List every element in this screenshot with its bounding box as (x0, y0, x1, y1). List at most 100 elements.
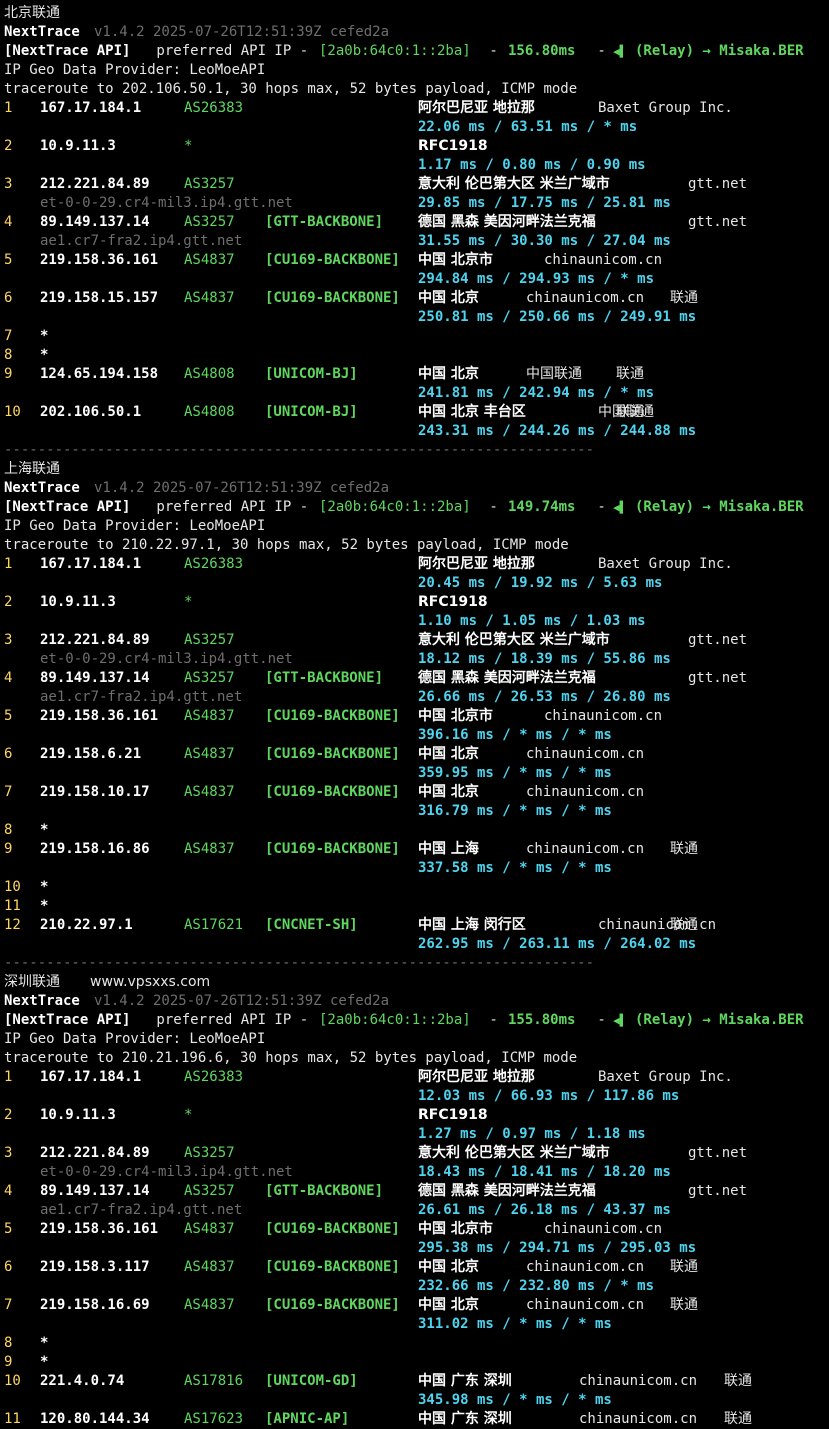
hop-rtt: 18.12 ms / 18.39 ms / 55.86 ms (418, 651, 671, 667)
hop-tag: [UNICOM-BJ] (265, 404, 358, 420)
hop-number: 3 (4, 1145, 13, 1161)
api-prefix: [NextTrace API] (4, 499, 131, 515)
hop-number: 7 (4, 1297, 13, 1313)
hop-hostname: et-0-0-29.cr4-mil3.ip4.gtt.net (40, 651, 293, 667)
hop-ip: 124.65.194.158 (40, 366, 159, 382)
hop-asn: AS3257 (184, 1145, 235, 1161)
api-text: preferred API IP - (148, 499, 317, 515)
api-ip: [2a0b:64c0:1::2ba] (319, 499, 471, 515)
hop-rtt: 26.66 ms / 26.53 ms / 26.80 ms (418, 689, 671, 705)
hop-isp: 联通 (670, 1259, 698, 1275)
hop-geo: 阿尔巴尼亚 地拉那 (418, 100, 535, 116)
hop-rtt: 29.85 ms / 17.75 ms / 25.81 ms (418, 195, 671, 211)
hop-asn: AS4837 (184, 252, 235, 268)
hop-org: chinaunicom.cn (579, 1411, 698, 1427)
hop-number: 10 (4, 879, 21, 895)
hop-org: chinaunicom.cn (544, 252, 663, 268)
hop-geo: 中国 北京 丰台区 (418, 404, 526, 420)
hop-number: 1 (4, 100, 13, 116)
hop-rtt: 1.27 ms / 0.97 ms / 1.18 ms (418, 1126, 646, 1142)
hop-ip: 210.22.97.1 (40, 917, 133, 933)
api-dash-2: - (589, 499, 615, 515)
hop-ip: 167.17.184.1 (40, 556, 142, 572)
hop-tag: [CU169-BACKBONE] (265, 1297, 400, 1313)
hop-number: 8 (4, 822, 13, 838)
hop-number: 4 (4, 670, 13, 686)
separator-line: ----------------------------------------… (4, 442, 595, 458)
traceroute-target: traceroute to 210.22.97.1, 30 hops max, … (4, 537, 569, 553)
hop-ip: * (40, 879, 49, 895)
api-ip: [2a0b:64c0:1::2ba] (319, 43, 471, 59)
hop-org: chinaunicom.cn (526, 746, 645, 762)
hop-ip: 219.158.36.161 (40, 252, 159, 268)
hop-ip: 219.158.16.86 (40, 841, 150, 857)
hop-ip: 219.158.16.69 (40, 1297, 150, 1313)
hop-tag: [UNICOM-GD] (265, 1373, 358, 1389)
version-text: v1.4.2 2025-07-26T12:51:39Z cefed2a (94, 993, 390, 1009)
hop-org: chinaunicom.cn (526, 1297, 645, 1313)
hop-tag: [CNCNET-SH] (265, 917, 358, 933)
hop-rtt: 31.55 ms / 30.30 ms / 27.04 ms (418, 233, 671, 249)
hop-org: gtt.net (688, 1183, 748, 1199)
hop-asn: AS4837 (184, 1221, 235, 1237)
hop-hostname: ae1.cr7-fra2.ip4.gtt.net (40, 1202, 243, 1218)
hop-tag: [GTT-BACKBONE] (265, 670, 384, 686)
relay-text: (Relay) → Misaka.BER (635, 499, 804, 515)
api-ip: [2a0b:64c0:1::2ba] (319, 1012, 471, 1028)
separator-line: ----------------------------------------… (4, 955, 595, 971)
hop-geo: 中国 北京 (418, 366, 479, 382)
hop-isp: 联通 (724, 1373, 752, 1389)
hop-hostname: et-0-0-29.cr4-mil3.ip4.gtt.net (40, 1164, 293, 1180)
hop-tag: [GTT-BACKBONE] (265, 214, 384, 230)
hop-asn: AS4837 (184, 708, 235, 724)
hop-org: chinaunicom.cn (598, 917, 717, 933)
hop-org: chinaunicom.cn (544, 708, 663, 724)
hop-isp: 联通 (670, 1297, 698, 1313)
hop-asn: AS3257 (184, 176, 235, 192)
hop-org: chinaunicom.cn (526, 841, 645, 857)
hop-number: 2 (4, 594, 13, 610)
hop-hostname: ae1.cr7-fra2.ip4.gtt.net (40, 233, 243, 249)
api-dash-2: - (589, 1012, 615, 1028)
hop-geo: 中国 北京 (418, 746, 479, 762)
hop-rtt: 250.81 ms / 250.66 ms / 249.91 ms (418, 309, 697, 325)
hop-geo: 中国 北京市 (418, 1221, 493, 1237)
hop-hostname: ae1.cr7-fra2.ip4.gtt.net (40, 689, 243, 705)
section-title-text: 北京联通 (4, 5, 60, 21)
hop-geo: RFC1918 (418, 1107, 488, 1123)
hop-rtt: 1.10 ms / 1.05 ms / 1.03 ms (418, 613, 646, 629)
hop-number: 11 (4, 898, 21, 914)
hop-geo: 意大利 伦巴第大区 米兰广域市 (418, 1145, 610, 1161)
hop-geo: 中国 北京市 (418, 708, 493, 724)
hop-ip: 167.17.184.1 (40, 100, 142, 116)
hop-geo: RFC1918 (418, 594, 488, 610)
hop-number: 1 (4, 556, 13, 572)
hop-ip: 219.158.10.17 (40, 784, 150, 800)
hop-number: 8 (4, 1335, 13, 1351)
hop-number: 5 (4, 252, 13, 268)
hop-org: gtt.net (688, 176, 748, 192)
version-text: v1.4.2 2025-07-26T12:51:39Z cefed2a (94, 24, 390, 40)
hop-org: Baxet Group Inc. (598, 1069, 733, 1085)
hop-rtt: 18.43 ms / 18.41 ms / 18.20 ms (418, 1164, 671, 1180)
hop-org: chinaunicom.cn (579, 1373, 698, 1389)
geo-provider: IP Geo Data Provider: LeoMoeAPI (4, 1031, 266, 1047)
hop-org: chinaunicom.cn (526, 290, 645, 306)
traceroute-target: traceroute to 202.106.50.1, 30 hops max,… (4, 81, 578, 97)
hop-asn: AS26383 (184, 100, 244, 116)
hop-ip: * (40, 1335, 49, 1351)
hop-ip: 219.158.36.161 (40, 1221, 159, 1237)
hop-rtt: 26.61 ms / 26.18 ms / 43.37 ms (418, 1202, 671, 1218)
api-prefix: [NextTrace API] (4, 43, 131, 59)
hop-isp: 联通 (616, 366, 644, 382)
relay-icon: ◀▌ (613, 1014, 627, 1027)
hop-number: 10 (4, 404, 21, 420)
hop-geo: 中国 北京 (418, 1259, 479, 1275)
relay-text: (Relay) → Misaka.BER (635, 43, 804, 59)
hop-number: 6 (4, 290, 13, 306)
hop-rtt: 337.58 ms / * ms / * ms (418, 860, 612, 876)
hop-geo: 德国 黑森 美因河畔法兰克福 (418, 1183, 596, 1199)
hop-org: chinaunicom.cn (526, 1259, 645, 1275)
hop-ip: 89.149.137.14 (40, 214, 150, 230)
api-dash: - (481, 499, 507, 515)
